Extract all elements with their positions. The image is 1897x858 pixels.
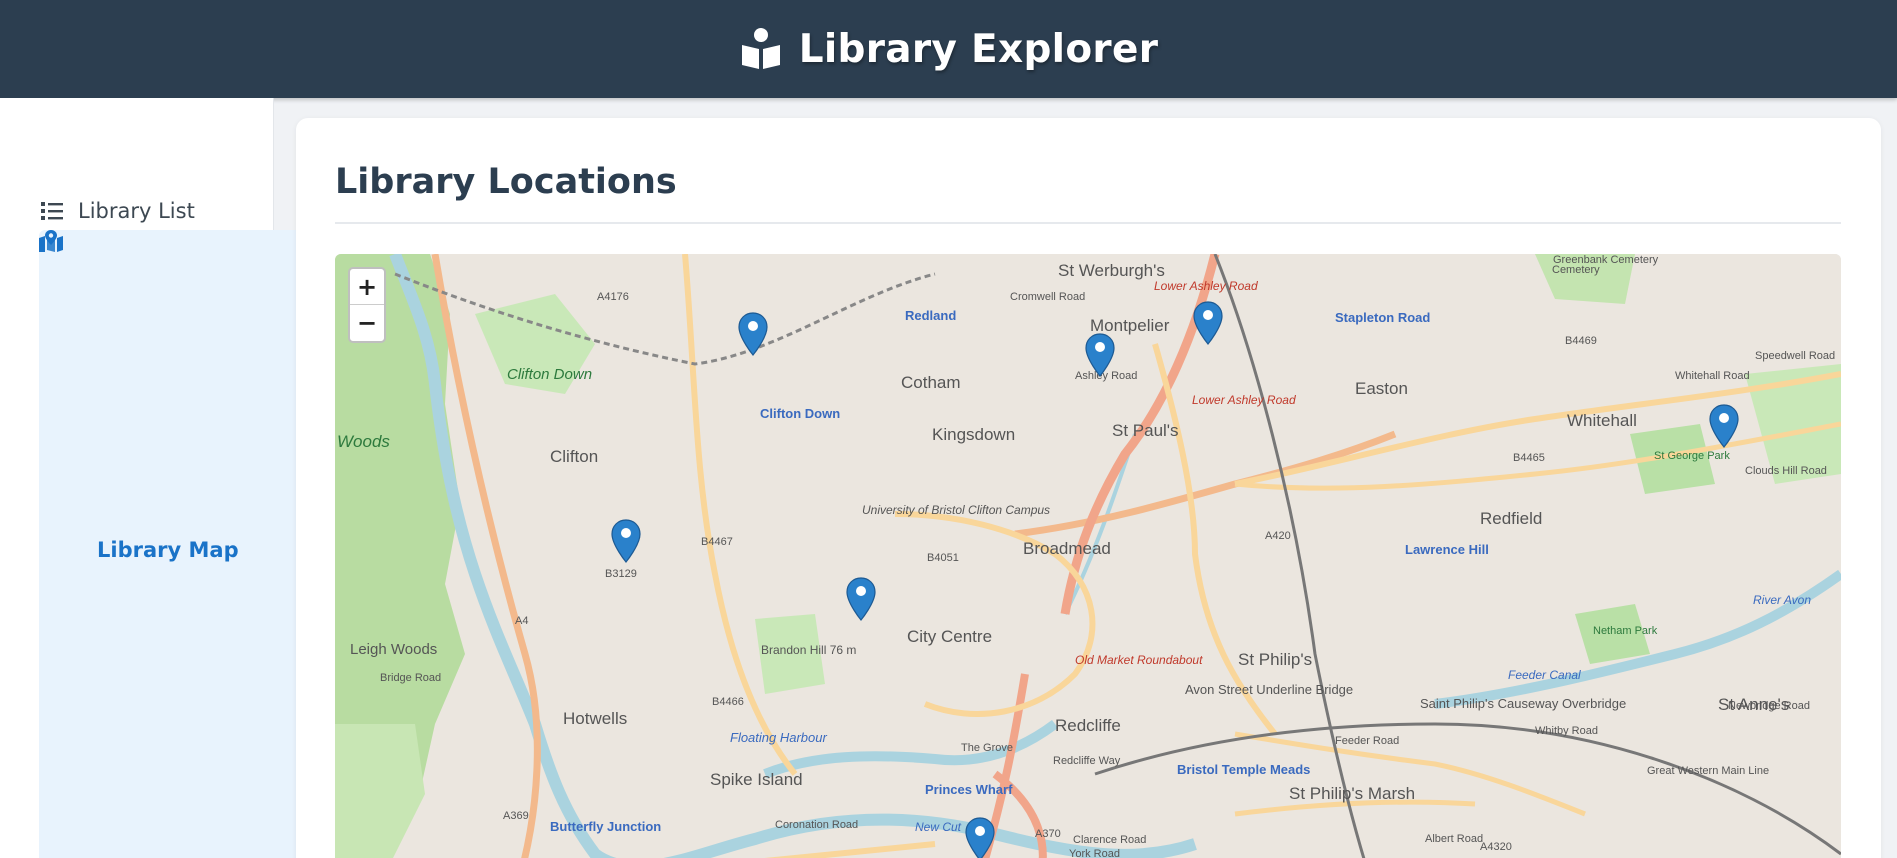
- map-label: Whitehall Road: [1675, 370, 1750, 382]
- map-label: The Grove: [961, 742, 1013, 754]
- map-label: A369: [503, 810, 529, 822]
- library-marker[interactable]: [1193, 301, 1223, 345]
- map-label: Broadmead: [1023, 539, 1111, 558]
- map-label: Cemetery: [1552, 264, 1600, 276]
- map-label: B4466: [712, 696, 744, 708]
- map-label: Cotham: [901, 373, 961, 392]
- map-label: Bristol Temple Meads: [1177, 762, 1310, 777]
- map-label: Redfield: [1480, 509, 1542, 528]
- map-label: Leigh Woods: [350, 641, 437, 658]
- map-pin-icon: [611, 519, 641, 563]
- map-label: A420: [1265, 530, 1291, 542]
- map-label: St Anne's: [1718, 695, 1789, 714]
- library-marker[interactable]: [846, 577, 876, 621]
- sidebar: Library List Library Map: [0, 98, 1545, 858]
- map-pin-icon: [738, 312, 768, 356]
- map-label: Clifton: [550, 447, 598, 466]
- map-label: Hotwells: [563, 709, 627, 728]
- map-label: B4467: [701, 536, 733, 548]
- app-header: Library Explorer: [0, 0, 1897, 98]
- map-label: B4469: [1565, 335, 1597, 347]
- map-pin-icon: [1193, 301, 1223, 345]
- library-marker[interactable]: [1085, 333, 1115, 377]
- map-label: Bridge Road: [380, 672, 441, 684]
- map-label: St Paul's: [1112, 421, 1179, 440]
- map-label: University of Bristol Clifton Campus: [862, 503, 1050, 517]
- map-pin-icon: [846, 577, 876, 621]
- map-label: Spike Island: [710, 770, 803, 789]
- map-label: Albert Road: [1425, 833, 1483, 845]
- map-label: Woods: [337, 432, 390, 451]
- map-label: B3129: [605, 568, 637, 580]
- map-label: St Werburgh's: [1058, 261, 1165, 280]
- map-pin-icon: [1085, 333, 1115, 377]
- map-label: Redcliffe: [1055, 716, 1121, 735]
- map-label: River Avon: [1753, 593, 1811, 607]
- library-marker[interactable]: [738, 312, 768, 356]
- map-label: B4051: [927, 552, 959, 564]
- map-label: Clouds Hill Road: [1745, 465, 1827, 477]
- map-label: Whitehall: [1567, 411, 1637, 430]
- app-title: Library Explorer: [798, 26, 1159, 72]
- map-label: Avon Street Underline Bridge: [1185, 682, 1353, 697]
- map-label: Princes Wharf: [925, 782, 1013, 797]
- map-label: Feeder Road: [1335, 735, 1399, 747]
- map-label: Redcliffe Way: [1053, 755, 1121, 767]
- zoom-in-button[interactable]: +: [350, 269, 384, 305]
- map-label: Easton: [1355, 379, 1408, 398]
- zoom-out-button[interactable]: −: [350, 305, 384, 341]
- map-label: Brandon Hill 76 m: [761, 643, 856, 657]
- map-label: Redland: [905, 308, 956, 323]
- map-label: Floating Harbour: [730, 730, 827, 745]
- library-marker[interactable]: [1709, 404, 1739, 448]
- book-reader-icon: [741, 28, 780, 69]
- map-label: Clifton Down: [507, 366, 592, 383]
- sidebar-item-label: Library Map: [97, 538, 239, 562]
- map-label: Clifton Down: [760, 406, 840, 421]
- brand: Library Explorer: [739, 27, 1159, 72]
- zoom-control: + −: [348, 267, 386, 343]
- page-title: Library Locations: [335, 162, 677, 202]
- map-label: Stapleton Road: [1335, 310, 1430, 325]
- map-label: Saint Philip's Causeway Overbridge: [1420, 696, 1626, 711]
- map-label: St Philip's Marsh: [1289, 784, 1415, 803]
- map-marked-icon: [39, 230, 83, 562]
- map-label: Cromwell Road: [1010, 291, 1085, 303]
- map-label: A4320: [1480, 841, 1512, 853]
- map-label: Kingsdown: [932, 425, 1015, 444]
- map-label: Lower Ashley Road: [1192, 393, 1296, 407]
- map-pin-icon: [1709, 404, 1739, 448]
- map-label: A370: [1035, 828, 1061, 840]
- map-label: Lawrence Hill: [1405, 542, 1489, 557]
- list-icon: [40, 199, 64, 223]
- map-label: Butterfly Junction: [550, 819, 661, 834]
- map-label: B4465: [1513, 452, 1545, 464]
- map-label: York Road: [1069, 848, 1120, 858]
- map-pin-icon: [965, 817, 995, 858]
- map-label: A4176: [597, 291, 629, 303]
- map-label: A4: [515, 615, 528, 627]
- map-label: Speedwell Road: [1755, 350, 1835, 362]
- map-label: New Cut: [915, 820, 962, 834]
- map-label: City Centre: [907, 627, 992, 646]
- main-card: Library Locations St Werburgh's Lower As…: [296, 118, 1881, 858]
- sidebar-item-label: Library List: [78, 199, 195, 223]
- map-label: Coronation Road: [775, 819, 858, 831]
- title-divider: [335, 222, 1841, 224]
- map-label: Old Market Roundabout: [1075, 653, 1203, 667]
- map-label: St George Park: [1654, 450, 1730, 462]
- map-label: Whitby Road: [1535, 725, 1598, 737]
- map-label: Lower Ashley Road: [1154, 279, 1258, 293]
- map-label: St Philip's: [1238, 650, 1312, 669]
- map-label: Great Western Main Line: [1647, 765, 1769, 777]
- map-label: Clarence Road: [1073, 834, 1146, 846]
- map-label: Netham Park: [1593, 625, 1658, 637]
- library-marker[interactable]: [611, 519, 641, 563]
- library-marker[interactable]: [965, 817, 995, 858]
- map-label: Feeder Canal: [1508, 668, 1581, 682]
- library-map[interactable]: St Werburgh's Lower Ashley Road Greenban…: [335, 254, 1841, 858]
